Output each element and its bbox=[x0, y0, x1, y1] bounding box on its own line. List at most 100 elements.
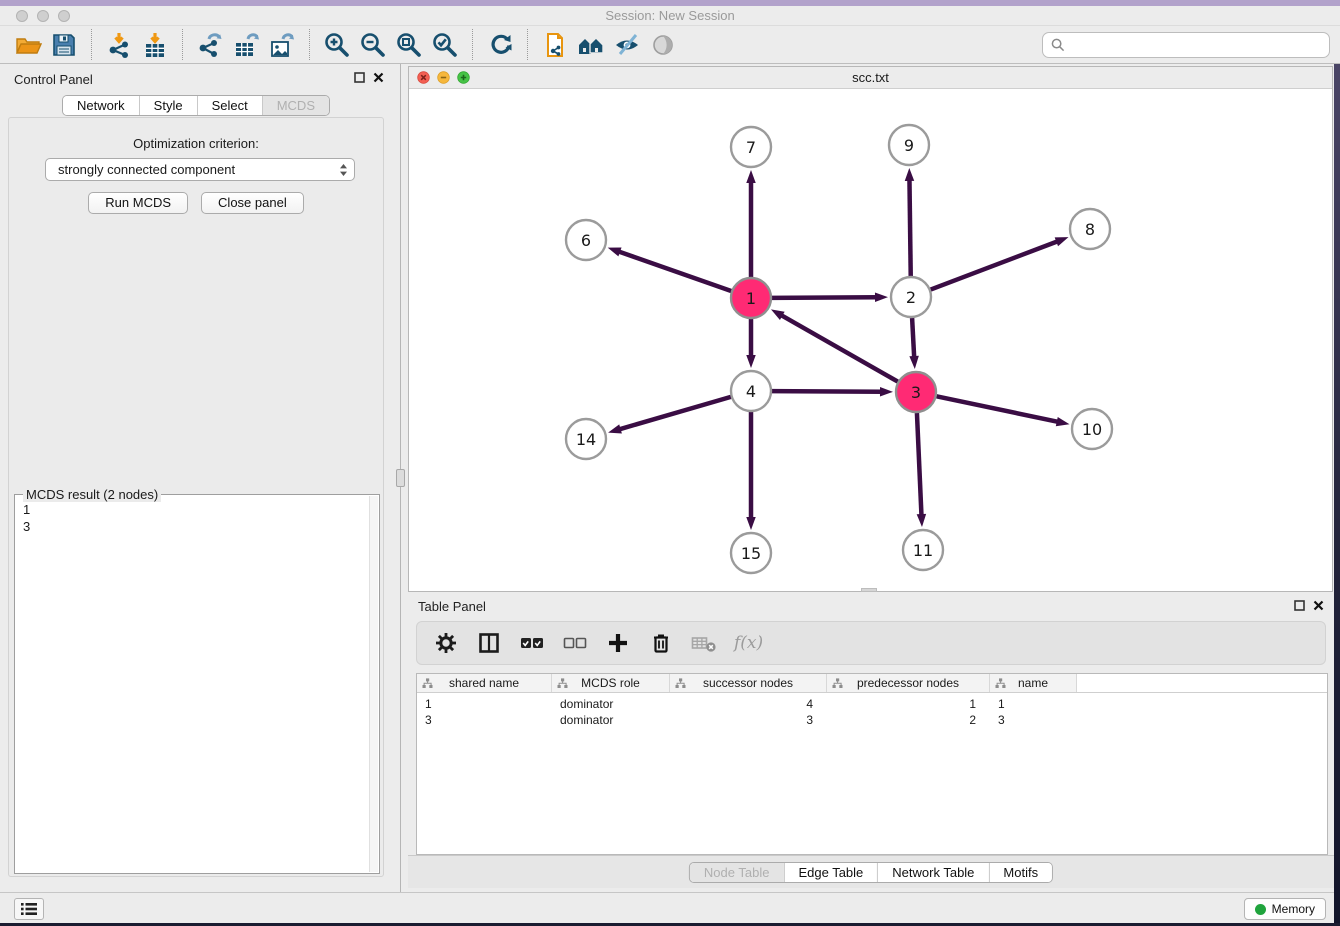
first-neighbors-icon[interactable] bbox=[573, 28, 609, 62]
import-table-icon[interactable] bbox=[137, 28, 173, 62]
network-window-grip[interactable] bbox=[861, 588, 877, 592]
column-header-shared-name[interactable]: shared name bbox=[417, 674, 552, 692]
result-line: 1 bbox=[23, 501, 361, 518]
float-panel-icon[interactable] bbox=[354, 72, 365, 83]
edge-2-3[interactable] bbox=[912, 318, 914, 359]
column-header-successor-nodes[interactable]: successor nodes bbox=[670, 674, 827, 692]
result-scrollbar[interactable] bbox=[369, 496, 378, 872]
criterion-dropdown[interactable]: strongly connected component bbox=[45, 158, 355, 181]
import-network-icon[interactable] bbox=[101, 28, 137, 62]
cell[interactable]: 1 bbox=[827, 697, 990, 711]
task-history-button[interactable] bbox=[14, 898, 44, 920]
node-6[interactable]: 6 bbox=[566, 220, 606, 260]
tab-network-table[interactable]: Network Table bbox=[877, 863, 988, 882]
edge-arrow-1-2 bbox=[875, 292, 888, 301]
tab-network[interactable]: Network bbox=[63, 96, 139, 115]
add-row-icon[interactable] bbox=[605, 630, 631, 656]
zoom-selected-icon[interactable] bbox=[427, 28, 463, 62]
column-header-MCDS-role[interactable]: MCDS role bbox=[552, 674, 670, 692]
show-columns-icon[interactable] bbox=[476, 630, 502, 656]
cell[interactable]: 1 bbox=[990, 697, 1077, 711]
search-input[interactable] bbox=[1071, 38, 1321, 53]
tab-mcds[interactable]: MCDS bbox=[262, 96, 329, 115]
delete-row-icon[interactable] bbox=[648, 630, 674, 656]
network-canvas[interactable]: 7 9 6 8 1 2 4 3 14 10 15 11 bbox=[409, 89, 1332, 591]
float-table-panel-icon[interactable] bbox=[1294, 600, 1305, 611]
node-7[interactable]: 7 bbox=[731, 127, 771, 167]
network-minimize-icon[interactable] bbox=[437, 71, 450, 84]
node-10[interactable]: 10 bbox=[1072, 409, 1112, 449]
export-table-icon[interactable] bbox=[228, 28, 264, 62]
cell[interactable]: 3 bbox=[417, 713, 552, 727]
cell[interactable]: 2 bbox=[827, 713, 990, 727]
edge-arrow-1-7 bbox=[746, 170, 756, 183]
deselect-all-icon[interactable] bbox=[562, 630, 588, 656]
network-maximize-icon[interactable] bbox=[457, 71, 470, 84]
mcds-result-group: MCDS result (2 nodes) 13 bbox=[14, 494, 380, 874]
node-15[interactable]: 15 bbox=[731, 533, 771, 573]
zoom-in-icon[interactable] bbox=[319, 28, 355, 62]
apply-layout-icon[interactable] bbox=[482, 28, 518, 62]
node-8[interactable]: 8 bbox=[1070, 209, 1110, 249]
edge-arrow-3-10 bbox=[1056, 417, 1070, 426]
network-close-icon[interactable] bbox=[417, 71, 430, 84]
table-row[interactable]: 1dominator411 bbox=[417, 696, 1327, 712]
edge-1-2[interactable] bbox=[772, 297, 878, 298]
zoom-out-icon[interactable] bbox=[355, 28, 391, 62]
node-11[interactable]: 11 bbox=[903, 530, 943, 570]
cell[interactable]: dominator bbox=[552, 697, 670, 711]
run-mcds-button[interactable]: Run MCDS bbox=[88, 192, 188, 214]
search-field[interactable] bbox=[1042, 32, 1330, 58]
node-4[interactable]: 4 bbox=[731, 371, 771, 411]
close-panel-icon[interactable] bbox=[373, 72, 384, 83]
cell[interactable]: 3 bbox=[990, 713, 1077, 727]
tab-style[interactable]: Style bbox=[139, 96, 197, 115]
node-1[interactable]: 1 bbox=[731, 278, 771, 318]
open-session-icon[interactable] bbox=[10, 28, 46, 62]
close-table-panel-icon[interactable] bbox=[1313, 600, 1324, 611]
network-window-titlebar[interactable]: scc.txt bbox=[409, 67, 1332, 89]
edge-2-9[interactable] bbox=[909, 178, 910, 276]
edge-4-3[interactable] bbox=[772, 391, 883, 392]
panel-splitter[interactable] bbox=[392, 64, 408, 892]
node-2[interactable]: 2 bbox=[891, 277, 931, 317]
column-header-name[interactable]: name bbox=[990, 674, 1077, 692]
edge-3-1[interactable] bbox=[780, 314, 898, 381]
app-titlebar: Session: New Session bbox=[0, 6, 1340, 26]
memory-button[interactable]: Memory bbox=[1244, 898, 1326, 920]
fit-content-icon[interactable] bbox=[391, 28, 427, 62]
mcds-result-text[interactable]: 13 bbox=[15, 497, 369, 871]
tab-node-table[interactable]: Node Table bbox=[690, 863, 784, 882]
edge-1-6[interactable] bbox=[617, 251, 731, 291]
window-close-button[interactable] bbox=[16, 10, 28, 22]
edge-3-11[interactable] bbox=[917, 413, 922, 517]
window-minimize-button[interactable] bbox=[37, 10, 49, 22]
edge-2-8[interactable] bbox=[931, 241, 1060, 290]
save-session-icon[interactable] bbox=[46, 28, 82, 62]
tab-edge-table[interactable]: Edge Table bbox=[783, 863, 877, 882]
export-network-icon[interactable] bbox=[192, 28, 228, 62]
hide-selected-icon[interactable] bbox=[609, 28, 645, 62]
table-settings-gear-icon[interactable] bbox=[433, 630, 459, 656]
cell[interactable]: 4 bbox=[670, 697, 827, 711]
column-header-predecessor-nodes[interactable]: predecessor nodes bbox=[827, 674, 990, 692]
edge-arrow-2-3 bbox=[909, 356, 918, 369]
clone-network-icon[interactable] bbox=[537, 28, 573, 62]
close-panel-button[interactable]: Close panel bbox=[201, 192, 304, 214]
cell[interactable]: 3 bbox=[670, 713, 827, 727]
select-all-icon[interactable] bbox=[519, 630, 545, 656]
edge-3-10[interactable] bbox=[937, 396, 1060, 422]
window-zoom-button[interactable] bbox=[58, 10, 70, 22]
edge-4-14[interactable] bbox=[618, 397, 731, 430]
node-14[interactable]: 14 bbox=[566, 419, 606, 459]
show-hidden-icon[interactable] bbox=[645, 28, 681, 62]
node-9[interactable]: 9 bbox=[889, 125, 929, 165]
tab-motifs[interactable]: Motifs bbox=[988, 863, 1052, 882]
cell[interactable]: dominator bbox=[552, 713, 670, 727]
node-3[interactable]: 3 bbox=[896, 372, 936, 412]
export-image-icon[interactable] bbox=[264, 28, 300, 62]
cell[interactable]: 1 bbox=[417, 697, 552, 711]
splitter-handle[interactable] bbox=[396, 469, 405, 487]
table-row[interactable]: 3dominator323 bbox=[417, 712, 1327, 728]
tab-select[interactable]: Select bbox=[197, 96, 262, 115]
